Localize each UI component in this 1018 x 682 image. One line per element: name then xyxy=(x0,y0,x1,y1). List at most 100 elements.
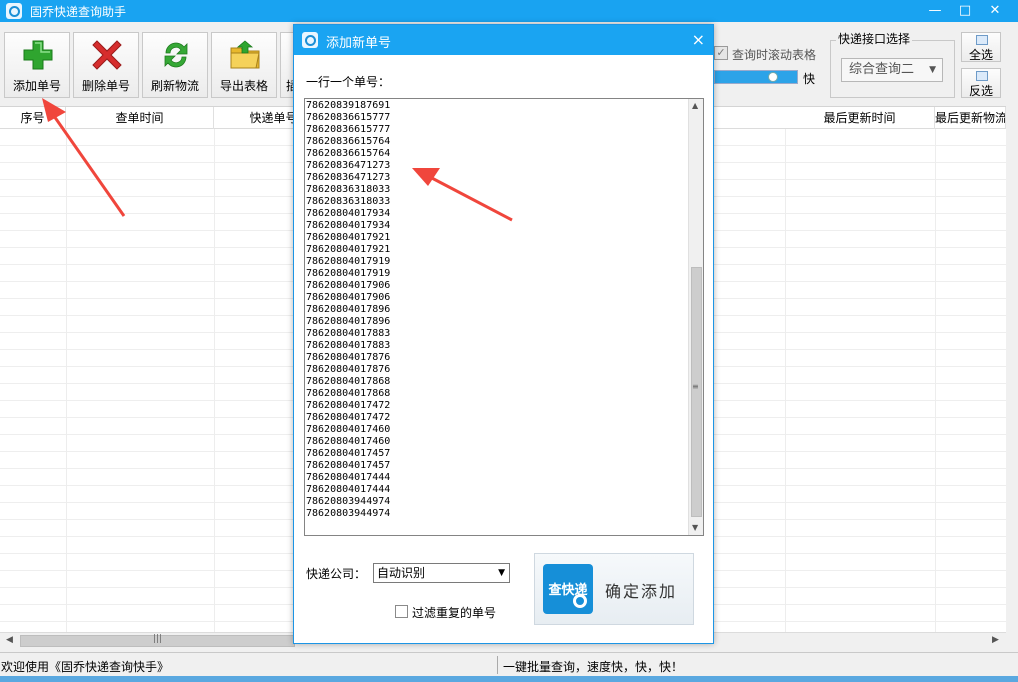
column-divider xyxy=(785,129,786,633)
refresh-icon xyxy=(164,42,188,68)
scroll-right-icon[interactable]: ▶ xyxy=(992,635,999,645)
tracking-number-line: 78620839187691 xyxy=(306,100,391,111)
column-header-last-update-logistics[interactable]: 最后更新物流 xyxy=(935,107,1006,129)
magnifier-icon xyxy=(573,594,587,608)
partially-hidden-label: 插 xyxy=(286,77,293,94)
select-all-button[interactable]: 全选 xyxy=(961,32,1001,62)
interface-group-title: 快递接口选择 xyxy=(836,30,913,47)
column-header-last-update-time[interactable]: 最后更新时间 xyxy=(785,107,935,129)
maximize-button[interactable]: □ xyxy=(950,0,980,22)
select-all-label: 全选 xyxy=(968,48,993,62)
tracking-number-line: 78620804017896 xyxy=(306,316,391,327)
status-separator xyxy=(497,656,498,674)
window-right-edge xyxy=(1006,22,1018,682)
app-logo-icon xyxy=(6,3,22,19)
tracking-number-line: 78620804017868 xyxy=(306,376,391,387)
minimize-button[interactable]: — xyxy=(920,0,950,22)
tracking-number-line: 78620804017883 xyxy=(306,328,391,339)
scroll-up-icon[interactable]: ▲ xyxy=(692,101,698,110)
scroll-table-label: 查询时滚动表格 xyxy=(732,48,817,62)
add-number-button[interactable]: 添加单号 xyxy=(4,32,70,98)
confirm-add-button[interactable]: 查快递 确定添加 xyxy=(534,553,694,625)
status-welcome: 欢迎使用《固乔快递查询快手》 xyxy=(1,660,170,674)
tracking-number-line: 78620836615764 xyxy=(306,136,391,147)
tracking-number-line: 78620804017906 xyxy=(306,292,391,303)
status-slogan: 一键批量查询，速度快，快，快！ xyxy=(503,660,684,674)
invert-select-label: 反选 xyxy=(968,84,993,98)
invert-select-button[interactable]: 反选 xyxy=(961,68,1001,98)
dialog-titlebar: 添加新单号 × xyxy=(294,25,713,55)
tracking-number-line: 78620804017934 xyxy=(306,220,391,231)
dialog-prompt: 一行一个单号： xyxy=(306,75,391,89)
refresh-logistics-button[interactable]: 刷新物流 xyxy=(142,32,208,98)
filter-duplicates-checkbox[interactable] xyxy=(395,605,408,618)
plus-icon xyxy=(23,40,53,70)
add-number-label: 添加单号 xyxy=(12,79,61,93)
speed-slider[interactable] xyxy=(714,70,798,84)
tracking-number-line: 78620836615777 xyxy=(306,124,391,135)
column-header-index[interactable]: 序号 xyxy=(0,107,66,129)
tracking-number-line: 78620804017457 xyxy=(306,448,391,459)
tracking-number-line: 78620804017934 xyxy=(306,208,391,219)
tracking-number-line: 78620804017460 xyxy=(306,436,391,447)
column-divider xyxy=(66,129,67,633)
tracking-number-line: 78620804017460 xyxy=(306,424,391,435)
chevron-down-icon: ▼ xyxy=(929,65,936,75)
dialog-title: 添加新单号 xyxy=(326,36,392,51)
speed-fast-label: 快 xyxy=(803,72,816,86)
main-titlebar: 固乔快递查询助手 — □ ✕ xyxy=(0,0,1018,22)
filter-duplicates-label: 过滤重复的单号 xyxy=(412,606,497,620)
window-title: 固乔快递查询助手 xyxy=(30,5,127,19)
partially-hidden-toolbar-button[interactable]: 插 xyxy=(280,32,294,98)
scroll-down-icon[interactable]: ▼ xyxy=(692,523,698,532)
delete-x-icon xyxy=(92,40,122,70)
invert-select-icon xyxy=(976,71,988,81)
add-number-dialog: 添加新单号 × 一行一个单号： 78620839187691 7862083661… xyxy=(293,24,714,644)
export-table-label: 导出表格 xyxy=(219,79,268,93)
scroll-table-checkbox[interactable]: ✓ xyxy=(714,46,728,60)
tracking-number-line: 78620804017919 xyxy=(306,256,391,267)
tracking-number-line: 78620804017919 xyxy=(306,268,391,279)
close-window-button[interactable]: ✕ xyxy=(980,0,1010,22)
delete-number-button[interactable]: 删除单号 xyxy=(73,32,139,98)
tracking-number-line: 78620804017868 xyxy=(306,388,391,399)
query-express-logo-icon: 查快递 xyxy=(543,564,593,614)
column-divider xyxy=(214,129,215,633)
chevron-down-icon: ▼ xyxy=(498,568,505,578)
tracking-number-line: 78620836615764 xyxy=(306,148,391,159)
delete-number-label: 删除单号 xyxy=(81,79,130,93)
interface-select[interactable]: 综合查询二 ▼ xyxy=(841,58,943,82)
column-divider xyxy=(935,129,936,633)
scroll-left-icon[interactable]: ◀ xyxy=(6,635,13,645)
tracking-number-line: 78620804017921 xyxy=(306,244,391,255)
textarea-scroll-thumb[interactable] xyxy=(691,267,702,517)
tracking-number-line: 78620803944974 xyxy=(306,508,391,519)
tracking-number-line: 78620836471273 xyxy=(306,160,391,171)
tracking-number-line: 78620804017444 xyxy=(306,472,391,483)
tracking-number-line: 78620804017921 xyxy=(306,232,391,243)
status-bar: 欢迎使用《固乔快递查询快手》 一键批量查询，速度快，快，快！ xyxy=(0,652,1018,676)
column-header-query-time[interactable]: 查单时间 xyxy=(66,107,214,129)
refresh-logistics-label: 刷新物流 xyxy=(150,79,199,93)
courier-company-select[interactable]: 自动识别 ▼ xyxy=(373,563,510,583)
dialog-logo-icon xyxy=(302,32,318,48)
folder-export-icon xyxy=(230,40,260,69)
taskbar-strip xyxy=(0,676,1018,682)
tracking-number-line: 78620804017906 xyxy=(306,280,391,291)
tracking-number-line: 78620804017876 xyxy=(306,364,391,375)
tracking-number-line: 78620804017457 xyxy=(306,460,391,471)
speed-slider-thumb[interactable] xyxy=(768,72,778,82)
tracking-numbers-text: 78620839187691 78620836615777 786208366157… xyxy=(306,100,688,520)
tracking-numbers-textarea[interactable]: 78620839187691 78620836615777 786208366157… xyxy=(304,98,704,536)
select-all-icon xyxy=(976,35,988,45)
tracking-number-line: 78620803944974 xyxy=(306,496,391,507)
textarea-vertical-scrollbar[interactable]: ▲ ≡ ▼ xyxy=(688,99,703,535)
tracking-number-line: 78620836471273 xyxy=(306,172,391,183)
export-table-button[interactable]: 导出表格 xyxy=(211,32,277,98)
dialog-close-icon[interactable]: × xyxy=(692,30,705,49)
courier-company-value: 自动识别 xyxy=(377,566,426,580)
courier-company-label: 快递公司： xyxy=(306,567,367,581)
tracking-number-line: 78620804017444 xyxy=(306,484,391,495)
scroll-grip-icon: ≡ xyxy=(692,382,699,391)
tracking-number-line: 78620804017472 xyxy=(306,412,391,423)
